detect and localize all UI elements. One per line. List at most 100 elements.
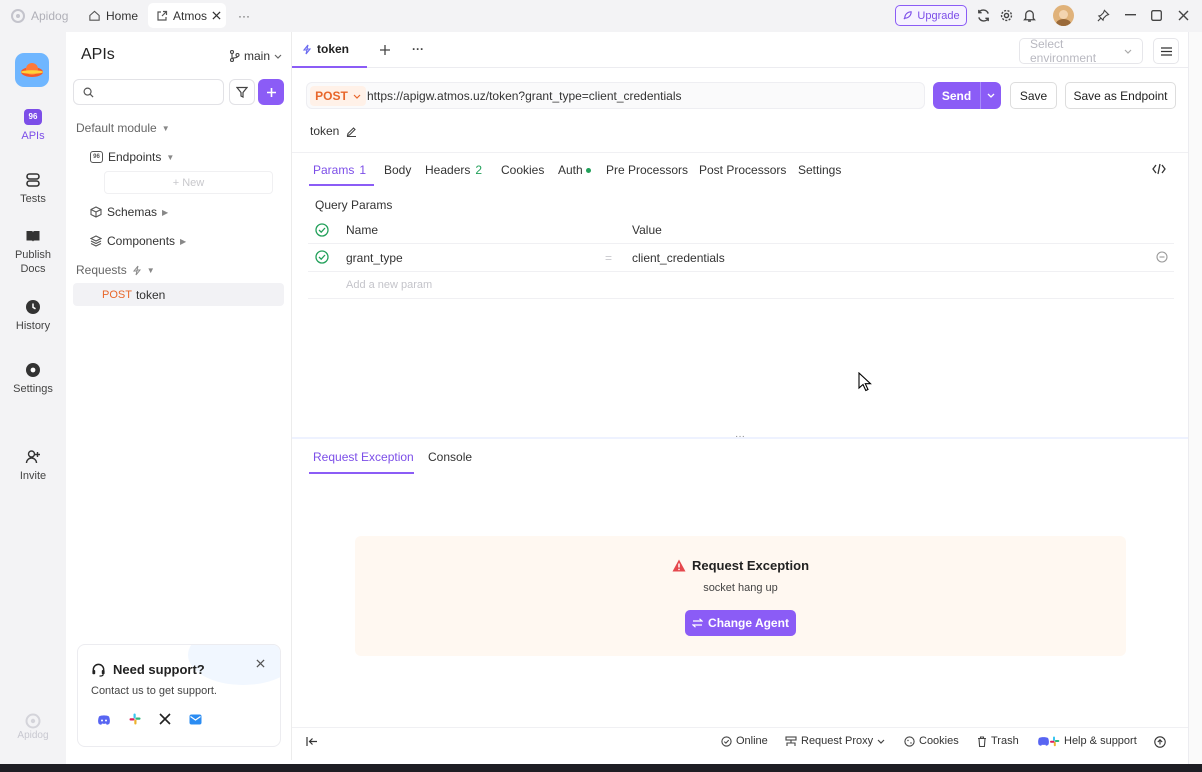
tree-item-schemas[interactable]: Schemas ▶ [90, 205, 168, 219]
maximize-icon[interactable] [1151, 10, 1162, 21]
status-trash[interactable]: Trash [977, 735, 1019, 747]
rail-item-settings[interactable]: Settings [0, 362, 66, 396]
minimize-icon[interactable] [1125, 14, 1136, 16]
tab-post-processors[interactable]: Post Processors [699, 163, 786, 177]
status-request-proxy[interactable]: Request Proxy [785, 735, 885, 747]
request-method-badge: POST [102, 288, 132, 301]
rocket-icon [902, 10, 913, 21]
filter-icon [236, 86, 248, 98]
slack-icon[interactable] [129, 713, 141, 725]
branch-selector[interactable]: main [229, 49, 282, 63]
project-avatar[interactable] [15, 53, 49, 87]
app-name: Apidog [31, 9, 69, 23]
bell-icon[interactable] [1022, 8, 1037, 23]
rail-label-tests: Tests [20, 193, 46, 205]
tab-body[interactable]: Body [384, 163, 411, 177]
column-value-header: Value [632, 223, 662, 237]
tests-icon [25, 172, 41, 188]
method-select[interactable]: POST [310, 86, 366, 106]
tree-item-endpoints[interactable]: 96 Endpoints ▼ [90, 150, 174, 164]
rail-item-history[interactable]: History [0, 299, 66, 333]
filter-button[interactable] [229, 79, 255, 105]
close-tab-icon[interactable] [212, 11, 221, 20]
mouse-cursor-icon [858, 372, 872, 392]
discord-icon[interactable] [97, 714, 111, 726]
tree-item-requests[interactable]: Requests ▼ [76, 263, 155, 277]
tab-params[interactable]: Params 1 [313, 163, 366, 177]
tab-headers[interactable]: Headers 2 [425, 163, 482, 177]
status-online-label: Online [736, 735, 768, 747]
rail-item-apis[interactable]: 96 APIs [0, 109, 66, 143]
add-param-input[interactable]: Add a new param [346, 279, 432, 291]
status-cookies[interactable]: Cookies [904, 735, 959, 747]
rail-item-invite[interactable]: Invite [0, 449, 66, 483]
search-input[interactable] [73, 79, 224, 105]
swap-icon [692, 618, 704, 628]
close-window-icon[interactable] [1178, 10, 1189, 21]
send-button[interactable]: Send [933, 82, 980, 109]
more-request-tabs-icon[interactable]: ··· [412, 42, 424, 56]
tab-cookies[interactable]: Cookies [501, 163, 544, 177]
status-help-support[interactable]: Help & support [1038, 735, 1137, 747]
param-value-input[interactable]: client_credentials [632, 251, 725, 265]
rail-footer-text: Apidog [17, 730, 49, 741]
tab-settings[interactable]: Settings [798, 163, 841, 177]
url-input[interactable]: https://apigw.atmos.uz/token?grant_type=… [367, 89, 682, 103]
auth-status-dot [585, 167, 591, 173]
new-tab-plus-icon[interactable] [379, 44, 391, 56]
discord-slack-icon [1038, 736, 1060, 747]
home-tab[interactable]: Home [82, 3, 144, 28]
param-name-input[interactable]: grant_type [346, 251, 403, 265]
status-online[interactable]: Online [721, 735, 768, 747]
new-endpoint-button[interactable]: + New [104, 171, 273, 194]
add-button[interactable] [258, 79, 284, 105]
avatar[interactable] [1053, 5, 1074, 26]
environment-menu-button[interactable] [1153, 38, 1179, 64]
rail-label-apis: APIs [21, 130, 45, 142]
default-module[interactable]: Default module ▼ [76, 121, 170, 135]
environment-select[interactable]: Select environment [1019, 37, 1143, 65]
select-all-checkbox[interactable] [315, 223, 329, 237]
tab-pre-processors[interactable]: Pre Processors [606, 163, 688, 177]
rail-item-tests[interactable]: Tests [0, 172, 66, 206]
apidog-footer-icon [24, 712, 42, 730]
tab-console[interactable]: Console [428, 450, 472, 464]
tab-params-count: 1 [359, 163, 367, 177]
column-name-header: Name [346, 223, 379, 237]
save-button[interactable]: Save [1010, 82, 1057, 109]
bolt-icon [302, 44, 312, 55]
row-enabled-checkbox[interactable] [315, 250, 329, 264]
close-icon[interactable] [256, 659, 265, 668]
more-tabs-button[interactable]: ··· [238, 3, 250, 28]
rail-label-invite: Invite [19, 470, 47, 482]
sync-icon[interactable] [976, 8, 991, 23]
tab-request-exception[interactable]: Request Exception [313, 450, 414, 464]
code-icon[interactable] [1152, 163, 1166, 175]
send-options-button[interactable] [980, 82, 1001, 109]
search-field[interactable] [100, 85, 210, 99]
email-icon[interactable] [189, 714, 202, 725]
request-name: token [135, 287, 166, 302]
book-icon [25, 228, 41, 244]
tree-item-components[interactable]: Components ▶ [90, 234, 186, 248]
gear-icon[interactable] [999, 8, 1014, 23]
upload-circle-icon[interactable] [1154, 736, 1166, 748]
tab-auth[interactable]: Auth [558, 163, 591, 177]
project-tab-atmos[interactable]: Atmos [148, 3, 226, 28]
save-as-endpoint-button[interactable]: Save as Endpoint [1065, 82, 1176, 109]
rail-item-publish-docs[interactable]: Publish Docs [0, 228, 66, 276]
request-item-token[interactable]: POST token [73, 283, 284, 306]
request-tab-token[interactable]: token [292, 32, 367, 68]
drag-handle-icon[interactable]: ··· [735, 431, 745, 442]
search-icon [83, 87, 94, 98]
upgrade-button[interactable]: Upgrade [895, 5, 967, 26]
x-twitter-icon[interactable] [159, 713, 171, 725]
change-agent-button[interactable]: Change Agent [685, 610, 796, 636]
pin-icon[interactable] [1097, 9, 1110, 22]
caret-right-icon: ▶ [162, 207, 169, 217]
add-user-icon [25, 449, 41, 465]
collapse-sidebar-icon[interactable] [306, 736, 318, 747]
request-name-title[interactable]: token [310, 124, 357, 138]
remove-param-icon[interactable] [1156, 251, 1168, 263]
trash-icon [977, 735, 987, 747]
